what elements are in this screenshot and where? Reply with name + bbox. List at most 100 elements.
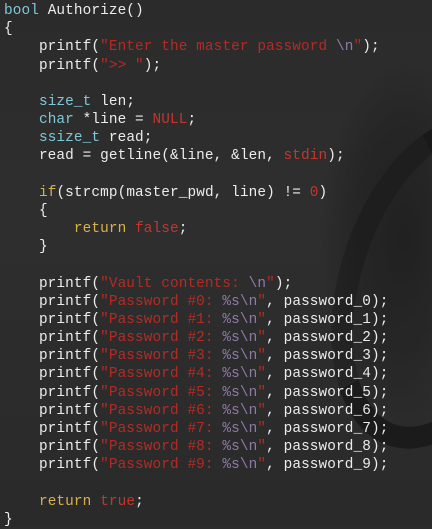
code-line[interactable]: printf("Enter the master password \n"); xyxy=(4,38,388,56)
code-token-num: true xyxy=(100,493,136,510)
code-line[interactable]: printf("Password #9: %s\n", password_9); xyxy=(4,456,388,474)
code-token-str: "Password #9: xyxy=(100,457,223,474)
code-token-plain: ) xyxy=(318,184,328,201)
code-line[interactable]: read = getline(&line, &len, stdin); xyxy=(4,147,388,165)
code-token-plain: , password_6); xyxy=(266,402,389,419)
code-token-kw: if xyxy=(38,184,57,201)
code-token-plain: } xyxy=(4,239,48,256)
code-token-plain: printf( xyxy=(4,439,101,456)
code-token-plain: printf( xyxy=(4,402,101,419)
code-line[interactable]: printf("Password #5: %s\n", password_5); xyxy=(4,384,388,402)
code-token-esc: \n xyxy=(239,402,258,419)
code-token-esc: \n xyxy=(239,293,258,310)
code-line[interactable]: { xyxy=(4,202,388,220)
code-token-plain: ; xyxy=(178,221,188,238)
code-token-esc: \n xyxy=(239,457,258,474)
code-token-str: " xyxy=(257,402,267,419)
code-token-esc: %s xyxy=(222,366,240,383)
code-line[interactable]: return true; xyxy=(4,493,388,511)
code-line[interactable] xyxy=(4,75,388,93)
code-line[interactable]: printf("Password #2: %s\n", password_2); xyxy=(4,329,388,347)
code-token-plain: printf( xyxy=(4,39,101,56)
code-line[interactable]: printf("Password #1: %s\n", password_1); xyxy=(4,311,388,329)
code-line[interactable]: printf("Password #4: %s\n", password_4); xyxy=(4,365,388,383)
code-line[interactable]: printf("Password #8: %s\n", password_8); xyxy=(4,438,388,456)
code-line[interactable]: printf("Password #0: %s\n", password_0); xyxy=(4,293,388,311)
code-token-str: "Password #6: xyxy=(100,402,223,419)
code-token-esc: \n xyxy=(239,384,258,401)
code-token-ty: bool xyxy=(4,3,39,19)
code-token-str: "Password #8: xyxy=(100,439,223,456)
code-line[interactable] xyxy=(4,166,388,184)
code-token-plain: } xyxy=(4,511,13,528)
code-line[interactable]: printf("Password #3: %s\n", password_3); xyxy=(4,347,388,365)
code-token-str: " xyxy=(257,330,267,347)
code-editor-text[interactable]: bool Authorize(){ printf("Enter the mast… xyxy=(4,2,388,529)
code-line[interactable]: bool Authorize() xyxy=(4,2,388,20)
code-token-str: "Password #5: xyxy=(100,384,223,401)
code-token-plain: (strcmp(master_pwd, line) != xyxy=(56,184,310,201)
code-token-plain: printf( xyxy=(4,57,101,74)
code-token-str: "Password #7: xyxy=(100,420,223,437)
code-token-str: "Password #1: xyxy=(100,311,223,328)
code-line[interactable]: ssize_t read; xyxy=(4,129,388,147)
code-token-kw: return xyxy=(38,493,92,510)
code-token-str: "Vault contents: xyxy=(100,275,249,292)
code-token-esc: %s xyxy=(222,439,240,456)
code-line[interactable]: printf("Password #7: %s\n", password_7); xyxy=(4,420,388,438)
code-line[interactable]: size_t len; xyxy=(4,93,388,111)
code-token-ty: char xyxy=(38,112,74,129)
code-token-plain: printf( xyxy=(4,275,101,292)
code-token-esc: \n xyxy=(327,39,354,56)
code-line[interactable]: { xyxy=(4,20,388,38)
code-line[interactable]: if(strcmp(master_pwd, line) != 0) xyxy=(4,184,388,202)
code-token-esc: %s xyxy=(222,457,240,474)
code-token-plain: *line = xyxy=(73,112,153,129)
code-token-esc: %s xyxy=(222,348,240,365)
code-token-esc: %s xyxy=(222,402,240,419)
code-token-plain: printf( xyxy=(4,293,101,310)
code-token-str: " xyxy=(257,457,267,474)
code-token-plain: ); xyxy=(362,39,380,56)
code-line[interactable] xyxy=(4,474,388,492)
code-token-plain: , password_9); xyxy=(266,457,389,474)
code-line[interactable]: } xyxy=(4,511,388,529)
code-token-plain: , password_8); xyxy=(266,439,389,456)
code-token-str: " xyxy=(266,275,275,292)
code-token-esc: %s xyxy=(222,293,240,310)
code-token-plain: ; xyxy=(135,493,144,510)
code-token-num: NULL xyxy=(152,112,188,129)
code-token-plain: { xyxy=(4,202,48,219)
code-token-plain: , password_4); xyxy=(266,366,389,383)
code-token-str: "Password #4: xyxy=(100,366,223,383)
code-line[interactable]: char *line = NULL; xyxy=(4,111,388,129)
code-token-plain: read = getline(&line, &len, xyxy=(4,148,284,165)
code-token-plain: printf( xyxy=(4,420,101,437)
code-token-plain: printf( xyxy=(4,457,101,474)
code-token-plain: , password_5); xyxy=(266,384,389,401)
code-token-plain: { xyxy=(4,21,13,38)
code-token-str: ">> " xyxy=(100,57,144,74)
code-line[interactable]: printf("Vault contents: \n"); xyxy=(4,275,388,293)
code-token-str: " xyxy=(257,366,267,383)
code-line[interactable]: } xyxy=(4,238,388,256)
code-line[interactable]: printf("Password #6: %s\n", password_6); xyxy=(4,402,388,420)
code-token-esc: %s xyxy=(222,311,240,328)
code-line[interactable] xyxy=(4,256,388,274)
code-token-esc: \n xyxy=(239,420,258,437)
code-token-esc: \n xyxy=(239,348,258,365)
code-line[interactable]: printf(">> "); xyxy=(4,57,388,75)
code-token-plain: ; xyxy=(187,112,197,129)
code-token-str: "Password #0: xyxy=(100,293,223,310)
code-line[interactable]: return false; xyxy=(4,220,388,238)
code-token-num: stdin xyxy=(283,148,328,165)
code-token-ty: ssize_t xyxy=(38,130,101,147)
code-token-str: " xyxy=(257,384,267,401)
code-token-plain: len; xyxy=(91,93,136,110)
code-token-str: " xyxy=(353,39,363,56)
